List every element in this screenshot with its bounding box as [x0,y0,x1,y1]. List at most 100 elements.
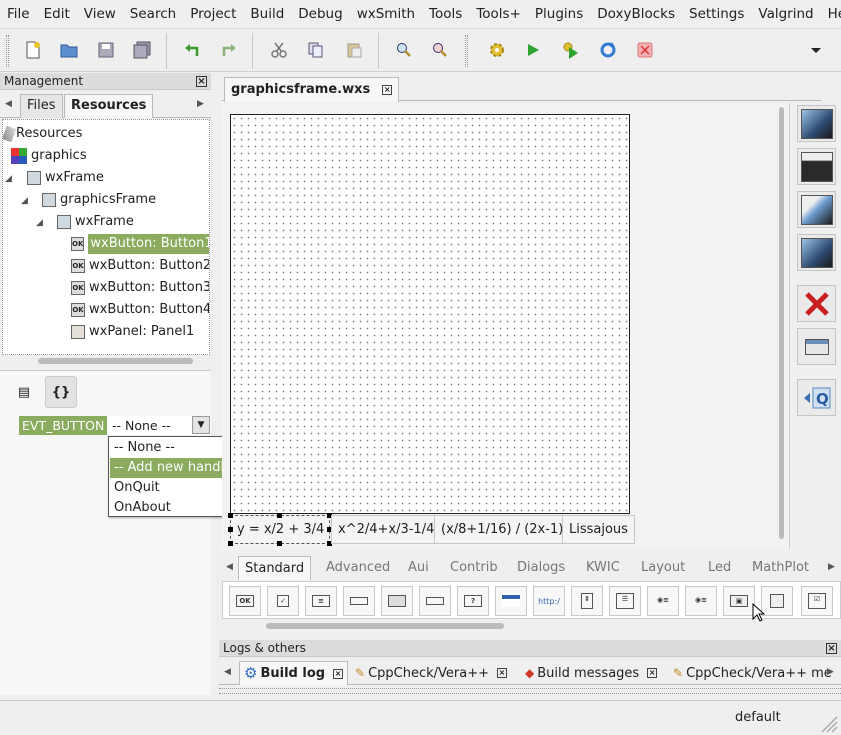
toolbar-overflow-icon[interactable] [805,39,827,61]
menu-tools-plus[interactable]: Tools+ [469,0,528,28]
palette-horizontal-scrollbar[interactable] [266,623,504,629]
canvas-button-2[interactable]: x^2/4+x/3-1/4 [331,515,442,544]
wxcheckbox-widget-icon[interactable]: ✓ [267,586,299,616]
tree-node-wxframe-root[interactable]: wxFrame [27,167,104,189]
menu-file[interactable]: File [0,0,37,28]
logs-scroll-right-icon[interactable]: ▶ [827,667,834,677]
palette-tab-led[interactable]: Led [702,556,737,580]
resource-tree[interactable]: Resources graphics ◢ wxFrame ◢ graphicsF… [2,119,210,355]
run-icon[interactable] [522,39,544,61]
wxcheckedlist-widget-icon[interactable]: ◉≡ [685,586,717,616]
close-management-icon[interactable]: × [196,76,207,87]
delete-icon[interactable] [797,285,836,322]
paste-icon[interactable] [343,39,365,61]
chevron-down-icon[interactable]: ▼ [192,416,210,434]
close-tab-icon[interactable]: × [497,668,507,678]
close-tab-icon[interactable]: × [333,668,344,679]
tree-node-button4[interactable]: OK wxButton: Button4 [71,299,209,321]
find-icon[interactable] [393,39,415,61]
selection-handle[interactable] [228,527,233,532]
wxbutton-widget-icon[interactable]: OK [229,586,261,616]
tree-node-button1[interactable]: OK wxButton: Button1 [71,233,209,255]
menu-view[interactable]: View [77,0,123,28]
tree-node-graphics[interactable]: graphics [11,145,87,167]
tree-horizontal-scrollbar[interactable] [38,358,193,364]
menu-wxsmith[interactable]: wxSmith [350,0,422,28]
palette-tab-kwic[interactable]: KWIC [580,556,626,580]
copy-icon[interactable] [305,39,327,61]
close-tab-icon[interactable]: × [647,668,658,678]
wxcombobox-widget-icon[interactable] [343,586,375,616]
cut-icon[interactable] [268,39,290,61]
wxlistbox-widget-icon[interactable]: ☰ [609,586,641,616]
toolbar-grip[interactable] [465,35,468,67]
tree-node-graphicsframe[interactable]: graphicsFrame [42,189,156,211]
quick-properties-icon[interactable]: Q [797,379,836,416]
insert-after-icon[interactable] [797,191,836,228]
event-handler-combo[interactable]: -- None -- ▼ [108,416,211,435]
wxstatictext-widget-icon[interactable] [495,586,527,616]
wxbitmapbutton-widget-icon[interactable]: ▣ [723,586,755,616]
expand-arrow-icon[interactable]: ◢ [36,218,43,228]
palette-tab-standard[interactable]: Standard [238,556,312,580]
expand-arrow-icon[interactable]: ◢ [5,174,12,184]
rebuild-icon[interactable] [597,39,619,61]
build-gear-icon[interactable] [486,39,508,61]
palette-tab-mathplot[interactable]: MathPlot [746,556,815,580]
palette-scroll-left-icon[interactable]: ◀ [226,562,233,572]
tab-cppcheck-vera-messages[interactable]: ✎ CppCheck/Vera++ me [669,661,836,685]
resize-grip-icon[interactable] [818,713,838,733]
wxspinbutton-widget-icon[interactable]: ⇕ [571,586,603,616]
menu-edit[interactable]: Edit [37,0,77,28]
wxradiobox-widget-icon[interactable]: ◉≡ [647,586,679,616]
tab-resources[interactable]: Resources [64,94,154,118]
wxchoice-widget-icon[interactable]: ≡ [305,586,337,616]
close-tab-icon[interactable]: × [382,85,393,95]
insert-into-icon[interactable] [797,105,836,142]
wxpanel-widget-icon[interactable] [381,586,413,616]
editor-tab-graphicsframe[interactable]: graphicsframe.wxs × [224,77,400,102]
wxchecklistbox-widget-icon[interactable]: ☑ [801,586,833,616]
selection-handle[interactable] [277,513,282,518]
save-all-icon[interactable] [131,39,153,61]
tree-node-panel1[interactable]: wxPanel: Panel1 [71,321,194,343]
tab-cppcheck-vera[interactable]: ✎ CppCheck/Vera++ × [351,661,511,685]
save-icon[interactable] [95,39,117,61]
tab-build-messages[interactable]: ◆ Build messages × [521,661,661,685]
selection-handle[interactable] [277,541,282,546]
palette-tab-contrib[interactable]: Contrib [444,556,504,580]
expand-arrow-icon[interactable]: ◢ [21,196,28,206]
canvas-button-3[interactable]: (x/8+1/16) / (2x-1) [434,515,571,544]
menu-project[interactable]: Project [183,0,243,28]
redo-icon[interactable] [218,39,240,61]
palette-tab-layout[interactable]: Layout [635,556,691,580]
wxhyperlink-widget-icon[interactable]: http:/ [533,586,565,616]
canvas-button-1[interactable]: y = x/2 + 3/4 [230,515,330,544]
designer-vertical-scrollbar[interactable] [779,107,784,539]
selection-handle[interactable] [228,513,233,518]
menu-settings[interactable]: Settings [682,0,751,28]
tree-node-wxframe[interactable]: wxFrame [57,211,134,233]
abort-icon[interactable] [634,39,656,61]
new-file-icon[interactable] [22,39,44,61]
events-tab-icon[interactable]: {} [45,376,77,408]
wxcontexthelp-widget-icon[interactable]: ? [457,586,489,616]
tree-node-button3[interactable]: OK wxButton: Button3 [71,277,209,299]
preview-icon[interactable] [797,328,836,365]
tab-files[interactable]: Files [20,94,63,118]
toolbar-grip[interactable] [6,35,9,67]
open-folder-icon[interactable] [58,39,80,61]
build-and-run-icon[interactable] [560,39,582,61]
menu-debug[interactable]: Debug [291,0,349,28]
close-logs-icon[interactable]: × [826,643,837,654]
palette-tab-dialogs[interactable]: Dialogs [511,556,571,580]
insert-parent-icon[interactable] [797,234,836,271]
menu-tools[interactable]: Tools [422,0,469,28]
menu-build[interactable]: Build [243,0,291,28]
menu-help[interactable]: Help [821,0,841,28]
wxtextctrl-widget-icon[interactable] [419,586,451,616]
tab-scroll-left-icon[interactable]: ◀ [5,99,12,109]
logs-scroll-left-icon[interactable]: ◀ [224,667,231,677]
insert-before-icon[interactable] [797,148,836,185]
menu-search[interactable]: Search [123,0,183,28]
